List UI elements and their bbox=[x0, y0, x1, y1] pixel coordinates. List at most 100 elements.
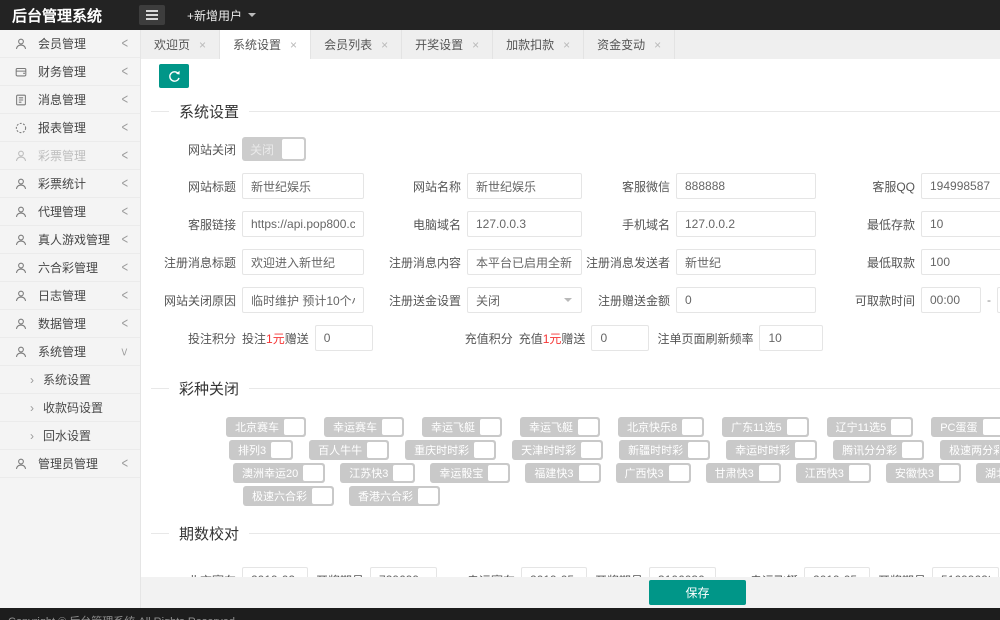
toggle-knob bbox=[488, 465, 508, 481]
sidebar-item-财务管理[interactable]: 财务管理< bbox=[0, 58, 140, 86]
bonus-input[interactable] bbox=[315, 325, 373, 351]
lottery-toggle-PC蛋蛋[interactable]: PC蛋蛋 bbox=[931, 417, 1000, 437]
save-button[interactable]: 保存 bbox=[649, 580, 746, 605]
refresh-button[interactable] bbox=[159, 64, 189, 88]
lottery-toggle-极速六合彩[interactable]: 极速六合彩 bbox=[243, 486, 334, 506]
sidebar-item-label: 六合彩管理 bbox=[38, 259, 122, 276]
field-input[interactable] bbox=[242, 287, 364, 313]
lottery-toggle-排列3[interactable]: 排列3 bbox=[229, 440, 293, 460]
lottery-toggle-天津时时彩[interactable]: 天津时时彩 bbox=[512, 440, 603, 460]
user-icon bbox=[14, 205, 28, 219]
arrow-right-icon: › bbox=[30, 373, 34, 387]
toggle-knob bbox=[902, 442, 922, 458]
lottery-toggle-福建快3[interactable]: 福建快3 bbox=[525, 463, 600, 483]
toggle-knob bbox=[787, 419, 807, 435]
sidebar-subitem-系统设置[interactable]: ›系统设置 bbox=[0, 366, 140, 394]
tab-加款扣款[interactable]: 加款扣款× bbox=[493, 30, 584, 59]
field-input[interactable] bbox=[676, 287, 816, 313]
sidebar-item-彩票管理[interactable]: 彩票管理< bbox=[0, 142, 140, 170]
field-input[interactable] bbox=[242, 249, 364, 275]
field-input[interactable] bbox=[676, 173, 816, 199]
close-icon[interactable]: × bbox=[563, 38, 570, 52]
sidebar-item-彩票统计[interactable]: 彩票统计< bbox=[0, 170, 140, 198]
lottery-toggle-广东11选5[interactable]: 广东11选5 bbox=[722, 417, 809, 437]
lottery-toggle-北京赛车[interactable]: 北京赛车 bbox=[226, 417, 306, 437]
sidebar-item-系统管理[interactable]: 系统管理< bbox=[0, 338, 140, 366]
bonus-input[interactable] bbox=[591, 325, 649, 351]
time-from-input[interactable] bbox=[921, 287, 981, 313]
sidebar-item-日志管理[interactable]: 日志管理< bbox=[0, 282, 140, 310]
sidebar-item-数据管理[interactable]: 数据管理< bbox=[0, 310, 140, 338]
lottery-toggle-百人牛牛[interactable]: 百人牛牛 bbox=[309, 440, 389, 460]
sidebar-item-消息管理[interactable]: 消息管理< bbox=[0, 86, 140, 114]
lottery-toggle-极速两分彩[interactable]: 极速两分彩 bbox=[940, 440, 1000, 460]
field-input[interactable] bbox=[676, 249, 816, 275]
lottery-toggle-安徽快3[interactable]: 安徽快3 bbox=[886, 463, 961, 483]
close-icon[interactable]: × bbox=[199, 38, 206, 52]
user-icon bbox=[14, 261, 28, 275]
close-icon[interactable]: × bbox=[381, 38, 388, 52]
tab-会员列表[interactable]: 会员列表× bbox=[311, 30, 402, 59]
field-input[interactable] bbox=[759, 325, 823, 351]
sidebar-item-报表管理[interactable]: 报表管理< bbox=[0, 114, 140, 142]
lottery-toggle-澳洲幸运20[interactable]: 澳洲幸运20 bbox=[233, 463, 325, 483]
field-input[interactable] bbox=[242, 173, 364, 199]
field-input[interactable] bbox=[467, 249, 582, 275]
tab-系统设置[interactable]: 系统设置× bbox=[220, 30, 311, 59]
arrow-right-icon: › bbox=[30, 401, 34, 415]
close-icon[interactable]: × bbox=[472, 38, 479, 52]
close-icon[interactable]: × bbox=[654, 38, 661, 52]
lottery-toggle-江西快3[interactable]: 江西快3 bbox=[796, 463, 871, 483]
sidebar-item-label: 报表管理 bbox=[38, 119, 122, 136]
hamburger-menu-icon[interactable] bbox=[139, 5, 165, 25]
lottery-toggle-甘肃快3[interactable]: 甘肃快3 bbox=[706, 463, 781, 483]
chevron-left-icon: < bbox=[122, 456, 128, 472]
lottery-toggle-湖北快3[interactable]: 湖北快3 bbox=[976, 463, 1000, 483]
field-input[interactable] bbox=[921, 211, 1000, 237]
field-input[interactable] bbox=[467, 211, 582, 237]
lottery-toggle-label: 新疆时时彩 bbox=[619, 442, 688, 458]
toggle-knob bbox=[669, 465, 689, 481]
lottery-toggle-香港六合彩[interactable]: 香港六合彩 bbox=[349, 486, 440, 506]
register-bonus-select[interactable]: 关闭 bbox=[467, 287, 582, 313]
lottery-toggle-幸运飞艇[interactable]: 幸运飞艇 bbox=[422, 417, 502, 437]
add-user-button[interactable]: +新增用户 bbox=[187, 7, 256, 24]
field-input[interactable] bbox=[467, 173, 582, 199]
field-label: 电脑域名 bbox=[364, 216, 461, 233]
chevron-down-icon bbox=[248, 13, 256, 17]
sidebar-item-代理管理[interactable]: 代理管理< bbox=[0, 198, 140, 226]
user-icon bbox=[14, 345, 28, 359]
close-icon[interactable]: × bbox=[290, 38, 297, 52]
lottery-toggle-label: 湖北快3 bbox=[976, 465, 1000, 481]
sidebar-item-真人游戏管理[interactable]: 真人游戏管理< bbox=[0, 226, 140, 254]
field-input[interactable] bbox=[676, 211, 816, 237]
lottery-toggle-辽宁11选5[interactable]: 辽宁11选5 bbox=[827, 417, 914, 437]
lottery-toggle-北京快乐8[interactable]: 北京快乐8 bbox=[618, 417, 704, 437]
form-row: 注册消息标题注册消息内容注册消息发送者最低取款 bbox=[151, 248, 1000, 276]
lottery-toggle-幸运时时彩[interactable]: 幸运时时彩 bbox=[726, 440, 817, 460]
lottery-toggle-幸运飞艇[interactable]: 幸运飞艇 bbox=[520, 417, 600, 437]
sidebar-item-label: 代理管理 bbox=[38, 203, 122, 220]
tab-资金变动[interactable]: 资金变动× bbox=[584, 30, 675, 59]
lottery-toggle-广西快3[interactable]: 广西快3 bbox=[616, 463, 691, 483]
sidebar-item-会员管理[interactable]: 会员管理< bbox=[0, 30, 140, 58]
field-input[interactable] bbox=[242, 211, 364, 237]
site-close-switch[interactable]: 关闭 bbox=[242, 137, 306, 161]
sidebar-subitem-回水设置[interactable]: ›回水设置 bbox=[0, 422, 140, 450]
field-label: 客服链接 bbox=[151, 216, 236, 233]
lottery-toggle-新疆时时彩[interactable]: 新疆时时彩 bbox=[619, 440, 710, 460]
lottery-toggle-重庆时时彩[interactable]: 重庆时时彩 bbox=[405, 440, 496, 460]
lottery-toggle-江苏快3[interactable]: 江苏快3 bbox=[340, 463, 415, 483]
lottery-toggle-label: 幸运时时彩 bbox=[726, 442, 795, 458]
lottery-toggle-幸运骰宝[interactable]: 幸运骰宝 bbox=[430, 463, 510, 483]
field-input[interactable] bbox=[921, 249, 1000, 275]
sidebar-item-六合彩管理[interactable]: 六合彩管理< bbox=[0, 254, 140, 282]
tab-开奖设置[interactable]: 开奖设置× bbox=[402, 30, 493, 59]
sidebar-subitem-收款码设置[interactable]: ›收款码设置 bbox=[0, 394, 140, 422]
field-input[interactable] bbox=[921, 173, 1000, 199]
lottery-toggle-幸运赛车[interactable]: 幸运赛车 bbox=[324, 417, 404, 437]
lottery-toggle-腾讯分分彩[interactable]: 腾讯分分彩 bbox=[833, 440, 924, 460]
sidebar-item-管理员管理[interactable]: 管理员管理< bbox=[0, 450, 140, 478]
toggle-knob bbox=[284, 419, 304, 435]
tab-欢迎页[interactable]: 欢迎页× bbox=[141, 30, 220, 59]
